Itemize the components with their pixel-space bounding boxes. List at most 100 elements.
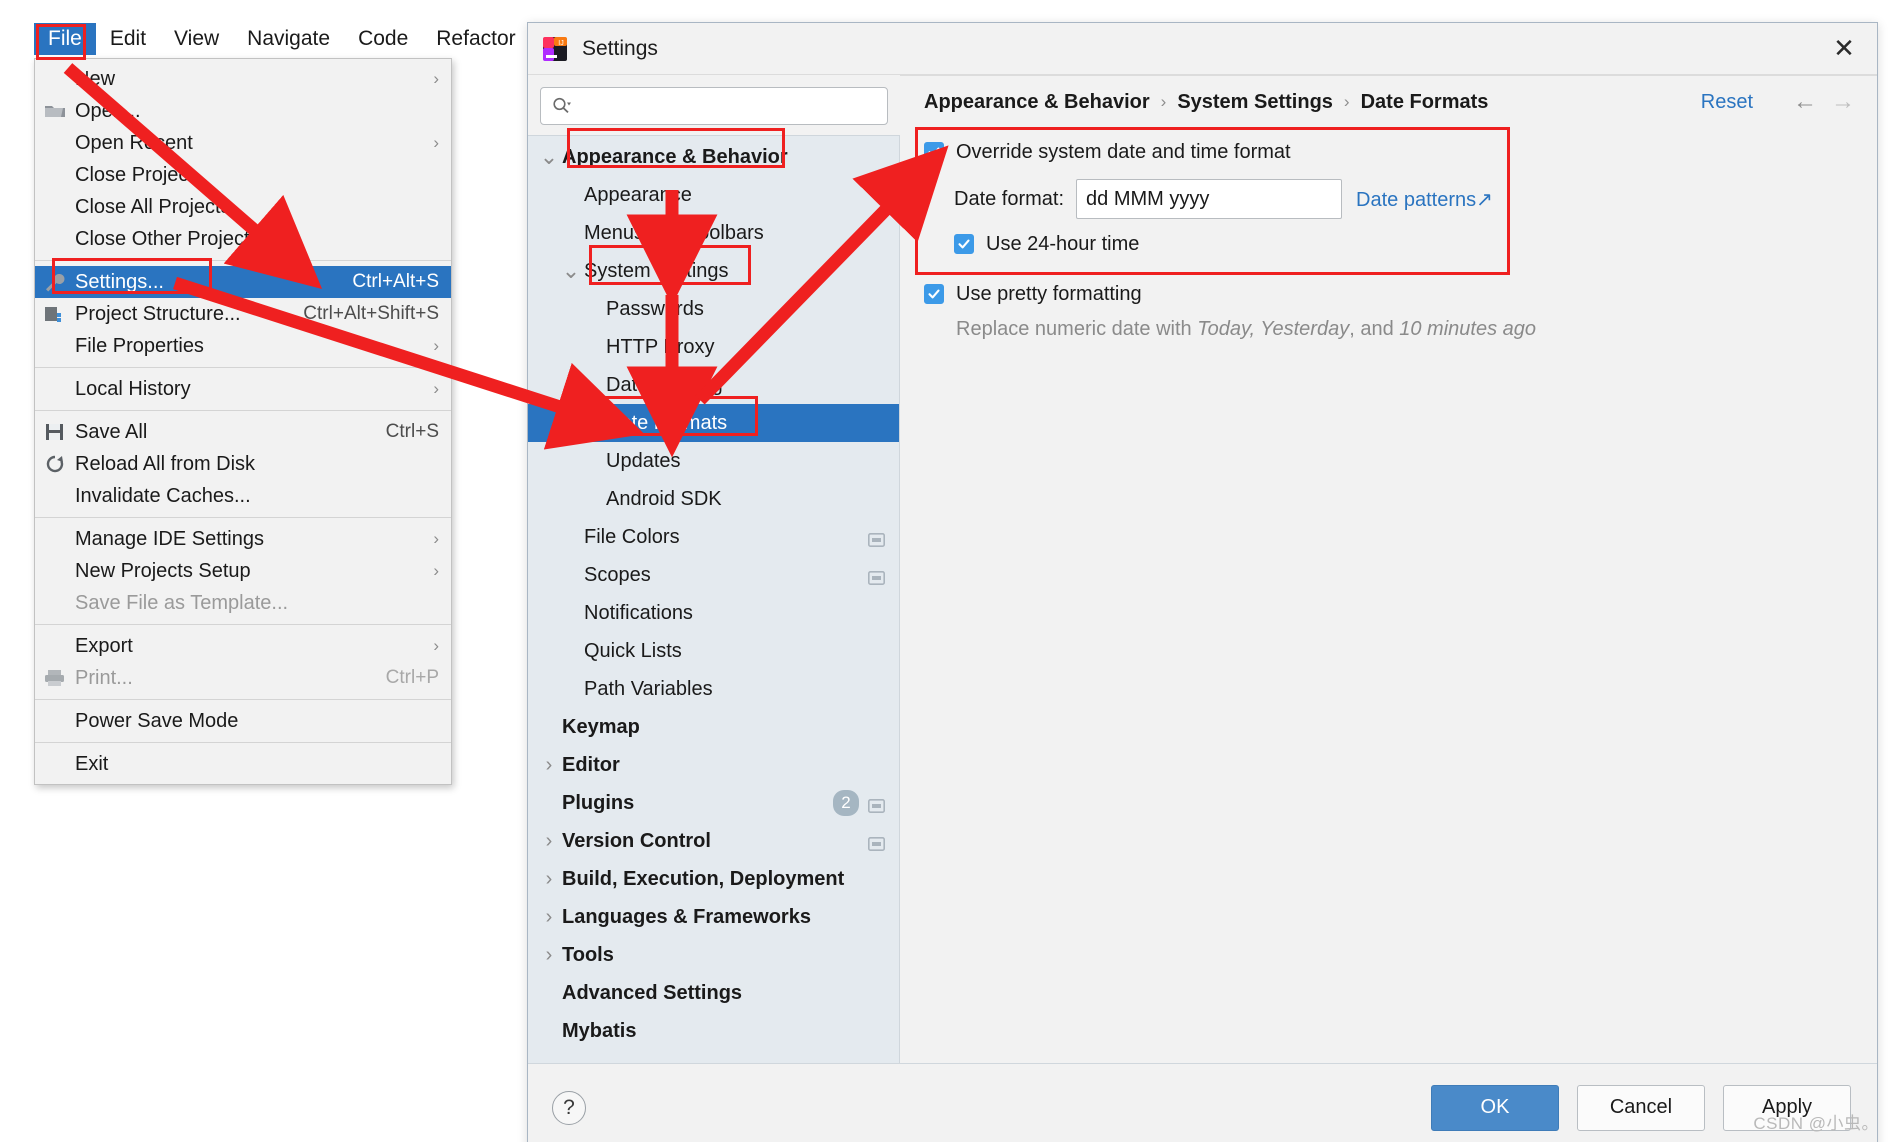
use-24-hour-time-label: Use 24-hour time [986, 232, 1140, 255]
back-arrow-icon[interactable]: ← [1793, 88, 1817, 116]
tree-item-editor[interactable]: › Editor [528, 746, 899, 784]
tree-item-build-execution-deployment[interactable]: › Build, Execution, Deployment [528, 860, 899, 898]
chevron-right-icon[interactable]: › [536, 754, 562, 777]
cancel-button[interactable]: Cancel [1577, 1084, 1705, 1131]
file-menu-item-label: New Projects Setup [75, 559, 251, 582]
tree-item-path-variables[interactable]: Path Variables [528, 670, 899, 708]
tree-item-android-sdk[interactable]: Android SDK [528, 480, 899, 518]
menubar-item-navigate[interactable]: Navigate [233, 23, 344, 55]
override-system-format-row[interactable]: Override system date and time format [924, 134, 1853, 170]
use-pretty-formatting-checkbox[interactable] [924, 284, 944, 304]
chevron-right-icon: › [433, 69, 439, 88]
project-scope-icon [868, 568, 885, 585]
tree-item-mybatis[interactable]: Mybatis [528, 1012, 899, 1050]
menubar-item-view[interactable]: View [160, 23, 233, 55]
date-patterns-link[interactable]: Date patterns↗ [1356, 187, 1493, 212]
menubar-item-edit[interactable]: Edit [96, 23, 160, 55]
tree-item-scopes[interactable]: Scopes [528, 556, 899, 594]
tree-item-system-settings[interactable]: ⌄ System Settings [528, 252, 899, 290]
tree-item-version-control[interactable]: › Version Control [528, 822, 899, 860]
breadcrumb-item-system-settings[interactable]: System Settings [1177, 91, 1333, 114]
file-menu-item-label: Export [75, 634, 133, 657]
hint-emphasis-1: Today, Yesterday [1197, 318, 1350, 340]
file-menu-item-settings[interactable]: Settings... Ctrl+Alt+S [35, 266, 451, 298]
breadcrumb-item-appearance-behavior[interactable]: Appearance & Behavior [924, 91, 1150, 114]
menubar-item-label: Navigate [247, 27, 331, 50]
file-menu-item-export[interactable]: Export › [35, 630, 451, 662]
tree-item-menus-and-toolbars[interactable]: Menus and Toolbars [528, 214, 899, 252]
tree-item-file-colors[interactable]: File Colors [528, 518, 899, 556]
menu-item-icon-placeholder [35, 708, 75, 734]
file-menu-item-file-properties[interactable]: File Properties › [35, 330, 451, 362]
file-menu-item-new-projects-setup[interactable]: New Projects Setup › [35, 555, 451, 587]
file-menu-item-project-structure[interactable]: Project Structure... Ctrl+Alt+Shift+S [35, 298, 451, 330]
tree-item-label: Date Formats [606, 411, 728, 434]
menubar-item-code[interactable]: Code [344, 23, 422, 55]
tree-item-appearance[interactable]: Appearance [528, 176, 899, 214]
dialog-footer: ? OK Cancel Apply [528, 1063, 1877, 1142]
chevron-down-icon[interactable]: ⌄ [558, 258, 584, 284]
file-menu-item-manage-ide-settings[interactable]: Manage IDE Settings › [35, 523, 451, 555]
ok-button[interactable]: OK [1431, 1084, 1559, 1131]
tree-item-label: Updates [606, 449, 681, 472]
file-menu-item-label: Close All Projects [75, 195, 231, 218]
file-menu-item-save-file-as-template[interactable]: Save File as Template... [35, 587, 451, 619]
file-menu-item-close-other-projects[interactable]: Close Other Projects [35, 223, 451, 255]
chevron-right-icon[interactable]: › [536, 868, 562, 891]
forward-arrow-icon[interactable]: → [1831, 88, 1855, 116]
reset-link[interactable]: Reset [1701, 91, 1753, 114]
file-menu-item-open[interactable]: Open... [35, 95, 451, 127]
tree-item-keymap[interactable]: Keymap [528, 708, 899, 746]
chevron-right-icon[interactable]: › [536, 944, 562, 967]
search-box[interactable] [540, 87, 888, 125]
close-icon[interactable]: ✕ [1827, 32, 1861, 66]
file-menu-item-label: Close Project [75, 163, 194, 186]
tree-mark-placeholder [868, 226, 885, 240]
override-system-format-checkbox[interactable] [924, 142, 944, 162]
search-input[interactable] [579, 94, 877, 118]
tree-item-label: Mybatis [562, 1019, 637, 1042]
file-dropdown-menu[interactable]: New › Open... Open Recent › Close Project Clos… [34, 58, 452, 785]
tree-item-languages-frameworks[interactable]: › Languages & Frameworks [528, 898, 899, 936]
file-menu-item-open-recent[interactable]: Open Recent › [35, 127, 451, 159]
use-pretty-formatting-row[interactable]: Use pretty formatting [924, 276, 1853, 312]
tree-item-appearance-behavior[interactable]: ⌄ Appearance & Behavior [528, 138, 899, 176]
tree-item-date-formats[interactable]: Date Formats [528, 404, 899, 442]
use-24-hour-time-checkbox[interactable] [954, 234, 974, 254]
tree-item-tools[interactable]: › Tools [528, 936, 899, 974]
date-format-input[interactable] [1076, 179, 1343, 219]
dialog-titlebar: IJ Settings ✕ [528, 23, 1877, 75]
menubar-item-file[interactable]: File [34, 23, 96, 55]
file-menu-item-exit[interactable]: Exit [35, 748, 451, 780]
chevron-right-icon[interactable]: › [536, 830, 562, 853]
file-menu-item-close-all-projects[interactable]: Close All Projects [35, 191, 451, 223]
file-menu-item-power-save-mode[interactable]: Power Save Mode [35, 705, 451, 737]
chevron-right-icon: › [433, 529, 439, 548]
tree-item-quick-lists[interactable]: Quick Lists [528, 632, 899, 670]
use-24-hour-time-row[interactable]: Use 24-hour time [954, 226, 1853, 262]
help-button[interactable]: ? [552, 1090, 586, 1125]
file-menu-item-print[interactable]: Print... Ctrl+P [35, 662, 451, 694]
file-menu-item-local-history[interactable]: Local History › [35, 373, 451, 405]
file-menu-item-reload-all-from-disk[interactable]: Reload All from Disk [35, 448, 451, 480]
tree-item-data-sharing[interactable]: Data Sharing [528, 366, 899, 404]
tree-item-passwords[interactable]: Passwords [528, 290, 899, 328]
file-menu-item-label: Manage IDE Settings [75, 527, 264, 550]
chevron-down-icon[interactable]: ⌄ [536, 144, 562, 170]
tree-item-notifications[interactable]: Notifications [528, 594, 899, 632]
chevron-right-icon: › [433, 133, 439, 152]
file-menu-item-close-project[interactable]: Close Project [35, 159, 451, 191]
menubar-item-refactor[interactable]: Refactor [422, 23, 529, 55]
tree-item-label: Data Sharing [606, 373, 723, 396]
chevron-right-icon[interactable]: › [536, 906, 562, 929]
tree-item-http-proxy[interactable]: HTTP Proxy [528, 328, 899, 366]
tree-item-updates[interactable]: Updates [528, 442, 899, 480]
settings-tree[interactable]: ⌄ Appearance & Behavior Appearance Menus an… [528, 135, 900, 1063]
file-menu-item-label: Print... [75, 666, 133, 689]
tree-item-plugins[interactable]: Plugins 2 [528, 784, 899, 822]
breadcrumb-item-date-formats[interactable]: Date Formats [1361, 91, 1489, 114]
file-menu-item-new[interactable]: New › [35, 63, 451, 95]
tree-item-advanced-settings[interactable]: Advanced Settings [528, 974, 899, 1012]
file-menu-item-save-all[interactable]: Save All Ctrl+S [35, 416, 451, 448]
file-menu-item-invalidate-caches[interactable]: Invalidate Caches... [35, 480, 451, 512]
